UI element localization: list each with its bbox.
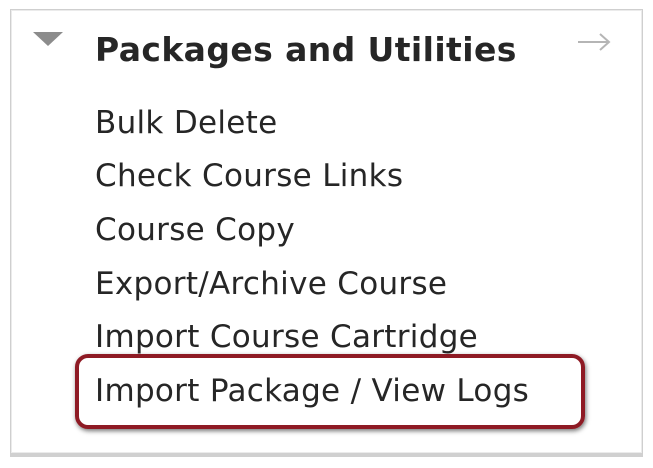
menu-item-bulk-delete[interactable]: Bulk Delete <box>95 105 278 141</box>
triangle-down-icon[interactable] <box>33 32 63 46</box>
menu-item-export-archive-course[interactable]: Export/Archive Course <box>95 266 447 302</box>
menu-item-course-copy[interactable]: Course Copy <box>95 212 295 248</box>
arrow-right-icon[interactable] <box>576 30 612 54</box>
menu-item-import-course-cartridge[interactable]: Import Course Cartridge <box>95 319 478 355</box>
panel-title: Packages and Utilities <box>95 30 517 69</box>
menu-item-check-course-links[interactable]: Check Course Links <box>95 158 403 194</box>
menu-item-import-package-view-logs[interactable]: Import Package / View Logs <box>95 373 529 409</box>
page: Packages and Utilities Bulk Delete Check… <box>0 0 653 468</box>
